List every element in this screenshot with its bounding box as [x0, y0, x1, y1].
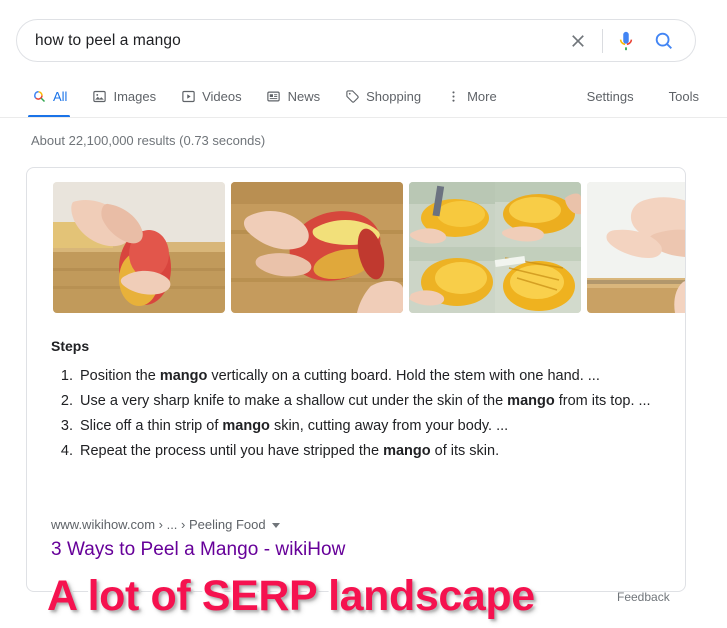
step-text-pre: Position the	[80, 368, 160, 384]
snippet-thumbnail[interactable]	[409, 182, 581, 313]
search-bar[interactable]: how to peel a mango	[16, 19, 696, 62]
snippet-image-strip	[53, 182, 685, 313]
featured-snippet-card: Steps Position the mango vertically on a…	[26, 167, 686, 592]
search-icon[interactable]	[651, 28, 677, 54]
search-tabs-left: All Images Videos News Shopping More	[28, 80, 521, 118]
breadcrumb[interactable]: www.wikihow.com › ... › Peeling Food	[51, 517, 280, 532]
snippet-step-item: Repeat the process until you have stripp…	[77, 439, 685, 464]
close-icon[interactable]	[564, 27, 592, 55]
breadcrumb-text: www.wikihow.com › ... › Peeling Food	[51, 517, 266, 532]
search-bar-divider	[602, 28, 603, 53]
snippet-step-item: Position the mango vertically on a cutti…	[77, 364, 685, 389]
snippet-thumbnail[interactable]	[231, 182, 403, 313]
snippet-steps-list: Position the mango vertically on a cutti…	[51, 364, 685, 464]
tab-images-label: Images	[113, 89, 157, 104]
feedback-link[interactable]: Feedback	[617, 590, 670, 604]
step-text-pre: Use a very sharp knife to make a shallow…	[80, 393, 508, 410]
tab-images[interactable]: Images	[91, 80, 156, 113]
snippet-step-item: Use a very sharp knife to make a shallow…	[77, 389, 685, 414]
tab-news[interactable]: News	[266, 80, 321, 113]
tab-all[interactable]: All	[28, 80, 71, 118]
search-tabs: All Images Videos News Shopping More Set…	[0, 80, 727, 118]
tab-more[interactable]: More	[445, 80, 497, 113]
search-tools-right: Settings Tools	[552, 80, 699, 113]
step-keyword: mango	[507, 393, 555, 410]
step-keyword: mango	[383, 443, 431, 460]
annotation-overlay: A lot of SERP landscape	[45, 570, 538, 623]
tab-videos-label: Videos	[202, 89, 242, 104]
step-keyword: mango	[222, 418, 270, 435]
tab-news-label: News	[287, 89, 321, 104]
result-title-link[interactable]: 3 Ways to Peel a Mango - wikiHow	[51, 539, 345, 561]
chevron-down-icon[interactable]	[271, 523, 280, 528]
image-icon	[91, 89, 107, 105]
result-stats: About 22,100,000 results (0.73 seconds)	[31, 133, 266, 148]
step-text-pre: Slice off a thin strip of	[80, 418, 223, 435]
news-icon	[266, 89, 282, 105]
step-text-post: from its top. ...	[554, 393, 651, 410]
tag-icon	[344, 89, 360, 105]
settings-link[interactable]: Settings	[587, 89, 634, 104]
tools-link[interactable]: Tools	[669, 89, 699, 104]
tab-shopping[interactable]: Shopping	[344, 80, 421, 113]
step-keyword: mango	[159, 368, 208, 384]
step-text-post: skin, cutting away from your body. ...	[269, 418, 509, 435]
step-text-post: of its skin.	[430, 443, 500, 460]
snippet-step-item: Slice off a thin strip of mango skin, cu…	[77, 414, 685, 439]
tab-videos[interactable]: Videos	[180, 80, 242, 113]
microphone-icon[interactable]	[613, 27, 639, 55]
video-icon	[180, 89, 196, 105]
search-bar-container: how to peel a mango	[16, 19, 696, 62]
snippet-thumbnail[interactable]	[587, 182, 685, 313]
search-input[interactable]: how to peel a mango	[35, 32, 564, 50]
snippet-thumbnail[interactable]	[53, 182, 225, 313]
tab-more-label: More	[467, 89, 497, 104]
step-text-post: vertically on a cutting board. Hold the …	[207, 368, 600, 384]
tab-shopping-label: Shopping	[366, 89, 422, 104]
search-icon	[31, 89, 47, 105]
tab-all-label: All	[53, 89, 68, 104]
snippet-steps-heading: Steps	[51, 338, 90, 354]
more-vert-icon	[445, 89, 461, 105]
step-text-pre: Repeat the process until you have stripp…	[80, 443, 384, 460]
tabs-divider	[0, 117, 727, 118]
